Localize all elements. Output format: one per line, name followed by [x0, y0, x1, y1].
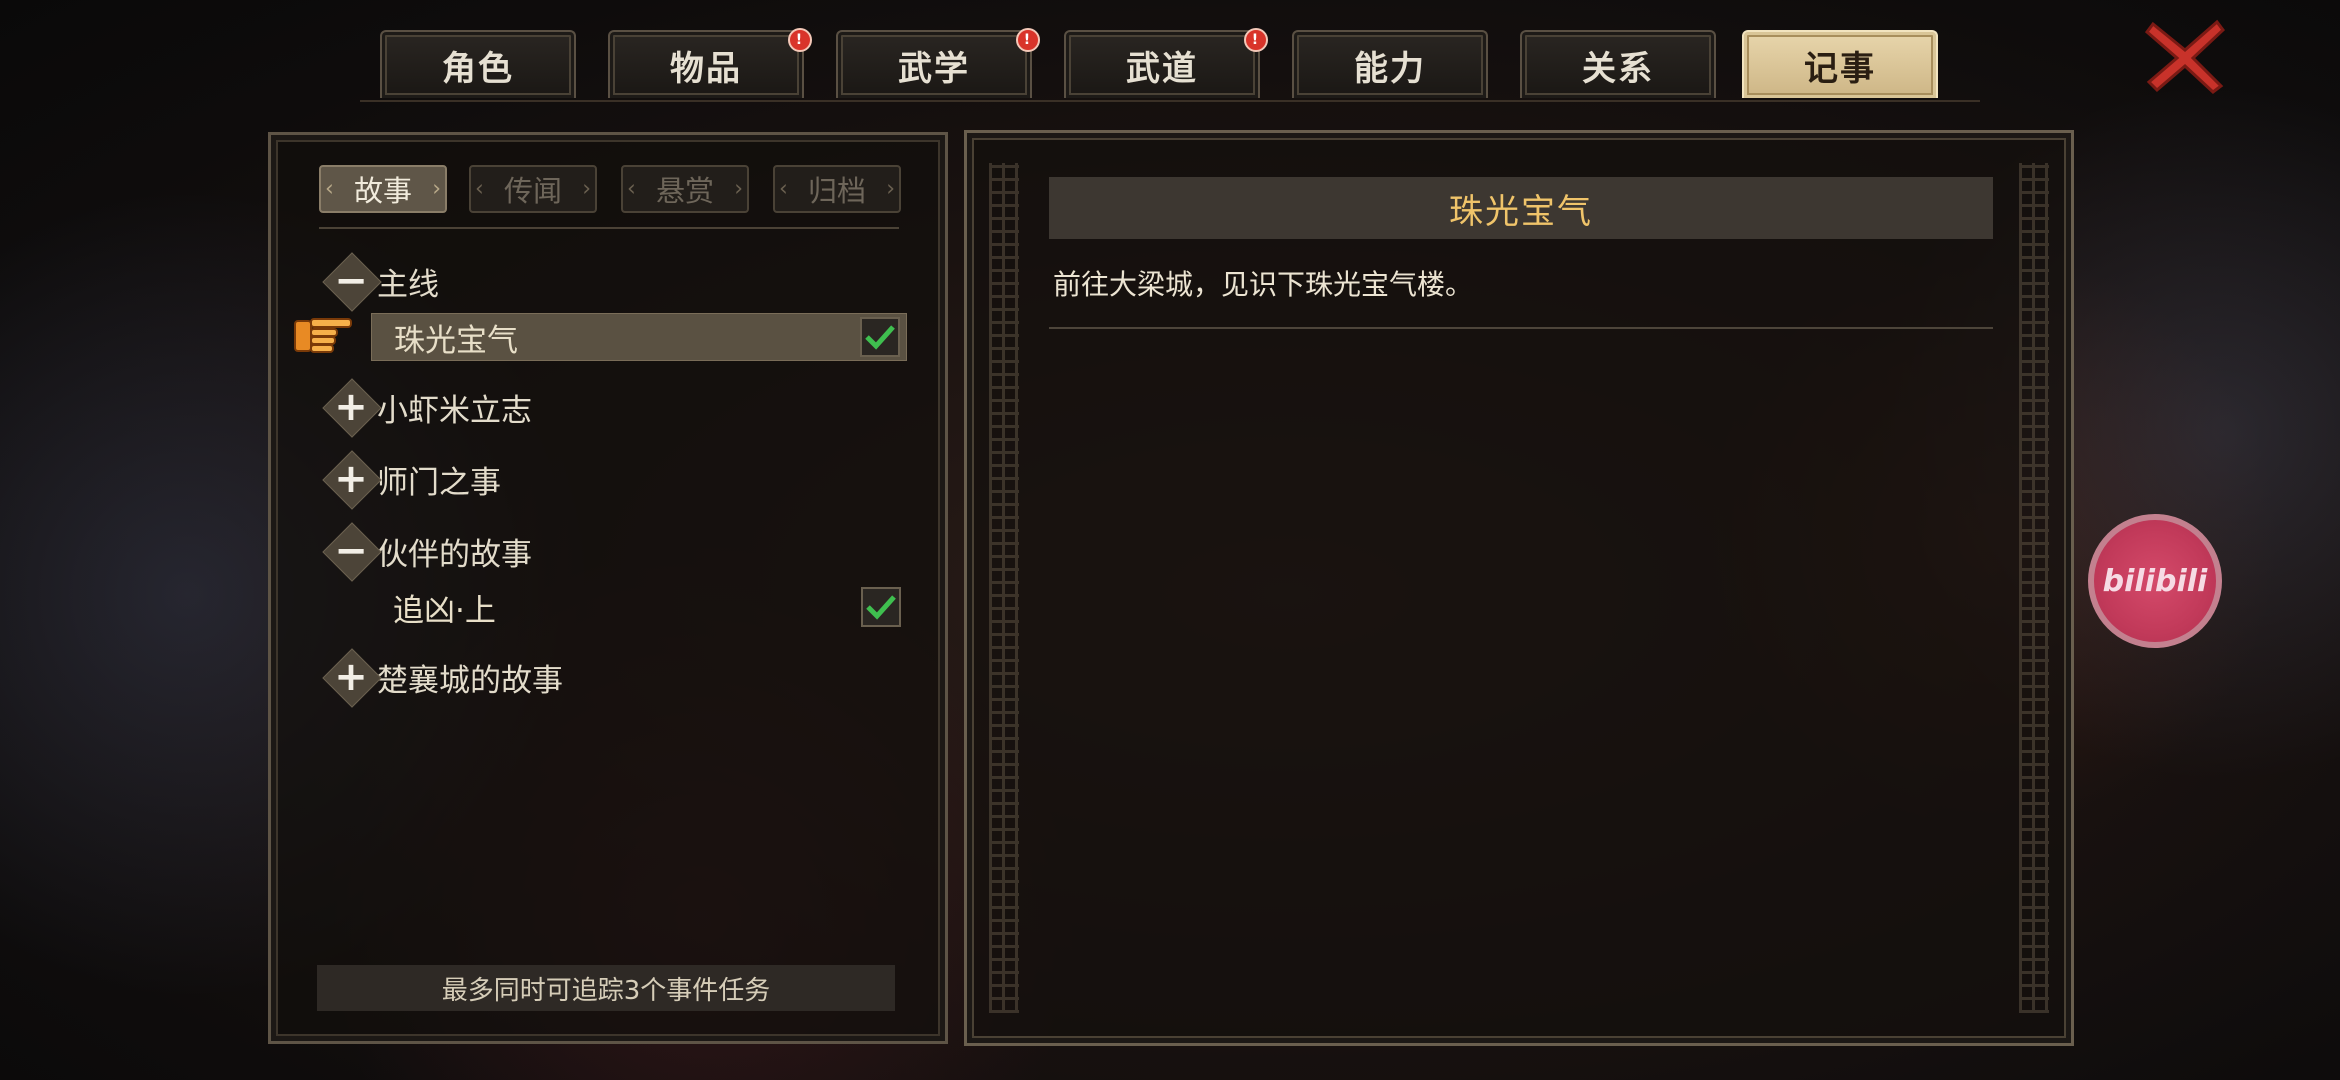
subtab-story[interactable]: ‹ 故事 ›	[319, 165, 447, 213]
tab-abilities[interactable]: 能力	[1292, 30, 1488, 98]
track-checkbox[interactable]	[861, 587, 901, 627]
category-shrimp-ambition[interactable]: + 小虾米立志	[321, 377, 532, 437]
bilibili-float-button[interactable]: bilibili	[2088, 514, 2222, 648]
decorative-border	[989, 163, 1019, 1013]
checkmark-icon	[866, 595, 896, 620]
expand-icon[interactable]: +	[321, 377, 381, 437]
tab-martial-path[interactable]: 武道!	[1064, 28, 1268, 98]
category-companion-stories[interactable]: − 伙伴的故事	[321, 521, 532, 581]
tab-relations[interactable]: 关系	[1520, 30, 1716, 98]
expand-icon[interactable]: +	[321, 449, 381, 509]
track-checkbox[interactable]	[860, 317, 900, 357]
category-chuxiang-city[interactable]: + 楚襄城的故事	[321, 647, 563, 707]
close-icon	[2145, 19, 2225, 94]
tab-character[interactable]: 角色	[380, 30, 576, 98]
subtab-bounties[interactable]: ‹ 悬赏 ›	[621, 165, 749, 213]
decorative-border	[2019, 163, 2049, 1013]
collapse-icon[interactable]: −	[321, 521, 381, 581]
expand-icon[interactable]: +	[321, 647, 381, 707]
collapse-icon[interactable]: −	[321, 251, 381, 311]
quest-title: 珠光宝气	[1049, 177, 1993, 239]
tracking-limit-note: 最多同时可追踪3个事件任务	[317, 965, 895, 1011]
category-sect-affairs[interactable]: + 师门之事	[321, 449, 501, 509]
subtab-archive[interactable]: ‹ 归档 ›	[773, 165, 901, 213]
tab-martial-skills[interactable]: 武学!	[836, 28, 1040, 98]
quest-description: 前往大梁城，见识下珠光宝气楼。	[1053, 268, 1474, 301]
main-tab-bar: 角色 物品! 武学! 武道! 能力 关系 记事	[360, 0, 1980, 102]
close-button[interactable]	[2140, 16, 2230, 96]
quest-detail-panel: 珠光宝气 前往大梁城，见识下珠光宝气楼。	[964, 130, 2074, 1046]
quest-item[interactable]: 追凶·上	[371, 583, 907, 631]
notification-badge: !	[1016, 28, 1040, 52]
notification-badge: !	[788, 28, 812, 52]
checkmark-icon	[865, 325, 895, 350]
tab-items[interactable]: 物品!	[608, 28, 812, 98]
category-main-story[interactable]: − 主线	[321, 251, 439, 311]
journal-list-panel: ‹ 故事 › ‹ 传闻 › ‹ 悬赏 › ‹ 归档 › − 主线 珠光宝气 + 小虾米立志 + …	[268, 132, 948, 1044]
notification-badge: !	[1244, 28, 1268, 52]
divider	[1049, 327, 1993, 329]
subtab-rumors[interactable]: ‹ 传闻 ›	[469, 165, 597, 213]
quest-item[interactable]: 珠光宝气	[371, 313, 907, 361]
divider	[319, 227, 899, 229]
tab-journal[interactable]: 记事	[1742, 30, 1938, 98]
pointing-hand-icon	[294, 318, 352, 353]
